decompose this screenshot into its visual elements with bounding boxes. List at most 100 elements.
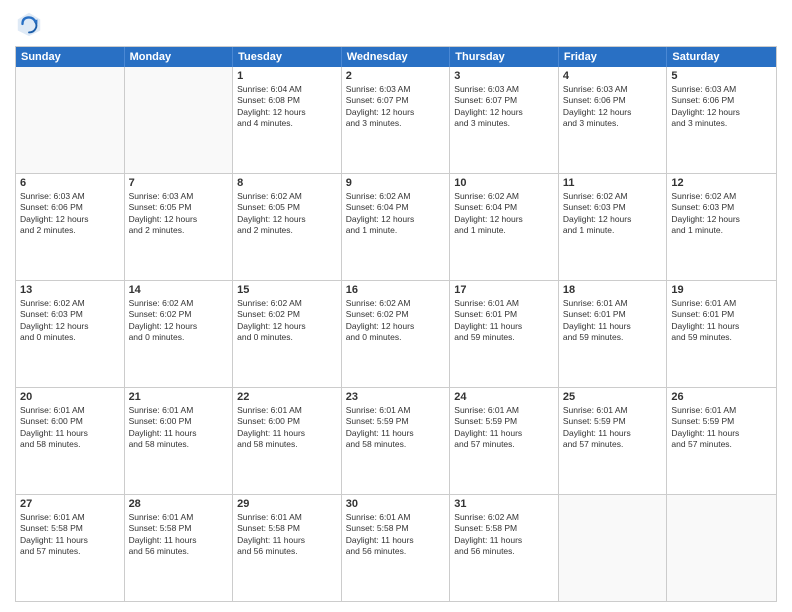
day-number: 10: [454, 177, 554, 189]
day-cell-18: 18Sunrise: 6:01 AM Sunset: 6:01 PM Dayli…: [559, 281, 668, 387]
empty-cell: [16, 67, 125, 173]
day-cell-26: 26 Sunrise: 6:01 AM Sunset: 5:59 PM Dayli…: [667, 388, 776, 494]
cell-content: Sunrise: 6:01 AM Sunset: 5:59 PM Dayligh…: [563, 405, 663, 451]
calendar-row-2: 13Sunrise: 6:02 AM Sunset: 6:03 PM Dayli…: [16, 280, 776, 387]
day-cell-19: 19 Sunrise: 6:01 AM Sunset: 6:01 PM Dayli…: [667, 281, 776, 387]
logo: [15, 10, 47, 38]
cell-content: Sunrise: 6:02 AM Sunset: 6:02 PM Dayligh…: [129, 298, 229, 344]
day-header-monday: Monday: [125, 47, 234, 67]
cell-content: Sunrise: 6:03 AM Sunset: 6:06 PM Dayligh…: [563, 84, 663, 130]
day-header-friday: Friday: [559, 47, 668, 67]
day-cell-27: 27Sunrise: 6:01 AM Sunset: 5:58 PM Dayli…: [16, 495, 125, 601]
header: [15, 10, 777, 38]
day-cell-17: 17 Sunrise: 6:01 AM Sunset: 6:01 PM Dayli…: [450, 281, 559, 387]
empty-cell: [125, 67, 234, 173]
day-number: 12: [671, 177, 772, 189]
cell-content: Sunrise: 6:02 AM Sunset: 6:03 PM Dayligh…: [671, 191, 772, 237]
day-cell-21: 21 Sunrise: 6:01 AM Sunset: 6:00 PM Dayli…: [125, 388, 234, 494]
empty-cell: [559, 495, 668, 601]
cell-content: Sunrise: 6:03 AM Sunset: 6:07 PM Dayligh…: [346, 84, 446, 130]
day-header-wednesday: Wednesday: [342, 47, 451, 67]
day-cell-29: 29Sunrise: 6:01 AM Sunset: 5:58 PM Dayli…: [233, 495, 342, 601]
cell-content: Sunrise: 6:03 AM Sunset: 6:06 PM Dayligh…: [20, 191, 120, 237]
cell-content: Sunrise: 6:02 AM Sunset: 6:02 PM Dayligh…: [346, 298, 446, 344]
day-cell-12: 12 Sunrise: 6:02 AM Sunset: 6:03 PM Dayli…: [667, 174, 776, 280]
cell-content: Sunrise: 6:02 AM Sunset: 6:05 PM Dayligh…: [237, 191, 337, 237]
day-number: 31: [454, 498, 554, 510]
day-cell-11: 11 Sunrise: 6:02 AM Sunset: 6:03 PM Dayli…: [559, 174, 668, 280]
day-number: 30: [346, 498, 446, 510]
day-cell-30: 30 Sunrise: 6:01 AM Sunset: 5:58 PM Dayli…: [342, 495, 451, 601]
day-number: 8: [237, 177, 337, 189]
day-cell-7: 7 Sunrise: 6:03 AM Sunset: 6:05 PM Daylig…: [125, 174, 234, 280]
day-cell-5: 5Sunrise: 6:03 AM Sunset: 6:06 PM Daylig…: [667, 67, 776, 173]
day-cell-23: 23 Sunrise: 6:01 AM Sunset: 5:59 PM Dayli…: [342, 388, 451, 494]
cell-content: Sunrise: 6:01 AM Sunset: 5:58 PM Dayligh…: [20, 512, 120, 558]
calendar-row-4: 27Sunrise: 6:01 AM Sunset: 5:58 PM Dayli…: [16, 494, 776, 601]
cell-content: Sunrise: 6:04 AM Sunset: 6:08 PM Dayligh…: [237, 84, 337, 130]
cell-content: Sunrise: 6:01 AM Sunset: 5:58 PM Dayligh…: [346, 512, 446, 558]
day-cell-24: 24 Sunrise: 6:01 AM Sunset: 5:59 PM Dayli…: [450, 388, 559, 494]
day-number: 13: [20, 284, 120, 296]
day-cell-3: 3Sunrise: 6:03 AM Sunset: 6:07 PM Daylig…: [450, 67, 559, 173]
day-cell-9: 9Sunrise: 6:02 AM Sunset: 6:04 PM Daylig…: [342, 174, 451, 280]
day-cell-8: 8 Sunrise: 6:02 AM Sunset: 6:05 PM Daylig…: [233, 174, 342, 280]
cell-content: Sunrise: 6:01 AM Sunset: 5:59 PM Dayligh…: [454, 405, 554, 451]
day-number: 25: [563, 391, 663, 403]
cell-content: Sunrise: 6:02 AM Sunset: 6:02 PM Dayligh…: [237, 298, 337, 344]
day-number: 14: [129, 284, 229, 296]
day-cell-4: 4 Sunrise: 6:03 AM Sunset: 6:06 PM Daylig…: [559, 67, 668, 173]
day-cell-15: 15 Sunrise: 6:02 AM Sunset: 6:02 PM Dayli…: [233, 281, 342, 387]
cell-content: Sunrise: 6:01 AM Sunset: 6:00 PM Dayligh…: [129, 405, 229, 451]
logo-icon: [15, 10, 43, 38]
day-number: 15: [237, 284, 337, 296]
day-number: 23: [346, 391, 446, 403]
day-number: 24: [454, 391, 554, 403]
day-header-tuesday: Tuesday: [233, 47, 342, 67]
empty-cell: [667, 495, 776, 601]
cell-content: Sunrise: 6:03 AM Sunset: 6:05 PM Dayligh…: [129, 191, 229, 237]
day-cell-10: 10 Sunrise: 6:02 AM Sunset: 6:04 PM Dayli…: [450, 174, 559, 280]
calendar-row-1: 6 Sunrise: 6:03 AM Sunset: 6:06 PM Daylig…: [16, 173, 776, 280]
day-cell-16: 16 Sunrise: 6:02 AM Sunset: 6:02 PM Dayli…: [342, 281, 451, 387]
page: SundayMondayTuesdayWednesdayThursdayFrid…: [0, 0, 792, 612]
day-cell-6: 6 Sunrise: 6:03 AM Sunset: 6:06 PM Daylig…: [16, 174, 125, 280]
day-number: 16: [346, 284, 446, 296]
day-number: 1: [237, 70, 337, 82]
day-number: 19: [671, 284, 772, 296]
day-number: 2: [346, 70, 446, 82]
day-number: 4: [563, 70, 663, 82]
cell-content: Sunrise: 6:01 AM Sunset: 5:59 PM Dayligh…: [346, 405, 446, 451]
day-number: 28: [129, 498, 229, 510]
day-number: 17: [454, 284, 554, 296]
cell-content: Sunrise: 6:03 AM Sunset: 6:06 PM Dayligh…: [671, 84, 772, 130]
day-number: 11: [563, 177, 663, 189]
day-number: 6: [20, 177, 120, 189]
day-header-thursday: Thursday: [450, 47, 559, 67]
day-cell-28: 28 Sunrise: 6:01 AM Sunset: 5:58 PM Dayli…: [125, 495, 234, 601]
cell-content: Sunrise: 6:02 AM Sunset: 6:03 PM Dayligh…: [563, 191, 663, 237]
cell-content: Sunrise: 6:02 AM Sunset: 6:04 PM Dayligh…: [454, 191, 554, 237]
day-cell-1: 1 Sunrise: 6:04 AM Sunset: 6:08 PM Daylig…: [233, 67, 342, 173]
cell-content: Sunrise: 6:01 AM Sunset: 6:00 PM Dayligh…: [237, 405, 337, 451]
day-cell-20: 20Sunrise: 6:01 AM Sunset: 6:00 PM Dayli…: [16, 388, 125, 494]
day-cell-31: 31 Sunrise: 6:02 AM Sunset: 5:58 PM Dayli…: [450, 495, 559, 601]
day-number: 3: [454, 70, 554, 82]
calendar-row-3: 20 Sunrise: 6:01 AM Sunset: 6:00 PM Dayli…: [16, 387, 776, 494]
cell-content: Sunrise: 6:01 AM Sunset: 6:01 PM Dayligh…: [671, 298, 772, 344]
day-number: 26: [671, 391, 772, 403]
day-cell-2: 2 Sunrise: 6:03 AM Sunset: 6:07 PM Daylig…: [342, 67, 451, 173]
cell-content: Sunrise: 6:02 AM Sunset: 5:58 PM Dayligh…: [454, 512, 554, 558]
day-number: 7: [129, 177, 229, 189]
day-number: 20: [20, 391, 120, 403]
cell-content: Sunrise: 6:01 AM Sunset: 5:58 PM Dayligh…: [129, 512, 229, 558]
cell-content: Sunrise: 6:01 AM Sunset: 6:01 PM Dayligh…: [563, 298, 663, 344]
calendar-header: SundayMondayTuesdayWednesdayThursdayFrid…: [16, 47, 776, 67]
day-number: 21: [129, 391, 229, 403]
cell-content: Sunrise: 6:01 AM Sunset: 6:01 PM Dayligh…: [454, 298, 554, 344]
day-number: 9: [346, 177, 446, 189]
day-cell-22: 22Sunrise: 6:01 AM Sunset: 6:00 PM Dayli…: [233, 388, 342, 494]
calendar-row-0: 1 Sunrise: 6:04 AM Sunset: 6:08 PM Daylig…: [16, 67, 776, 173]
calendar: SundayMondayTuesdayWednesdayThursdayFrid…: [15, 46, 777, 602]
cell-content: Sunrise: 6:01 AM Sunset: 5:59 PM Dayligh…: [671, 405, 772, 451]
